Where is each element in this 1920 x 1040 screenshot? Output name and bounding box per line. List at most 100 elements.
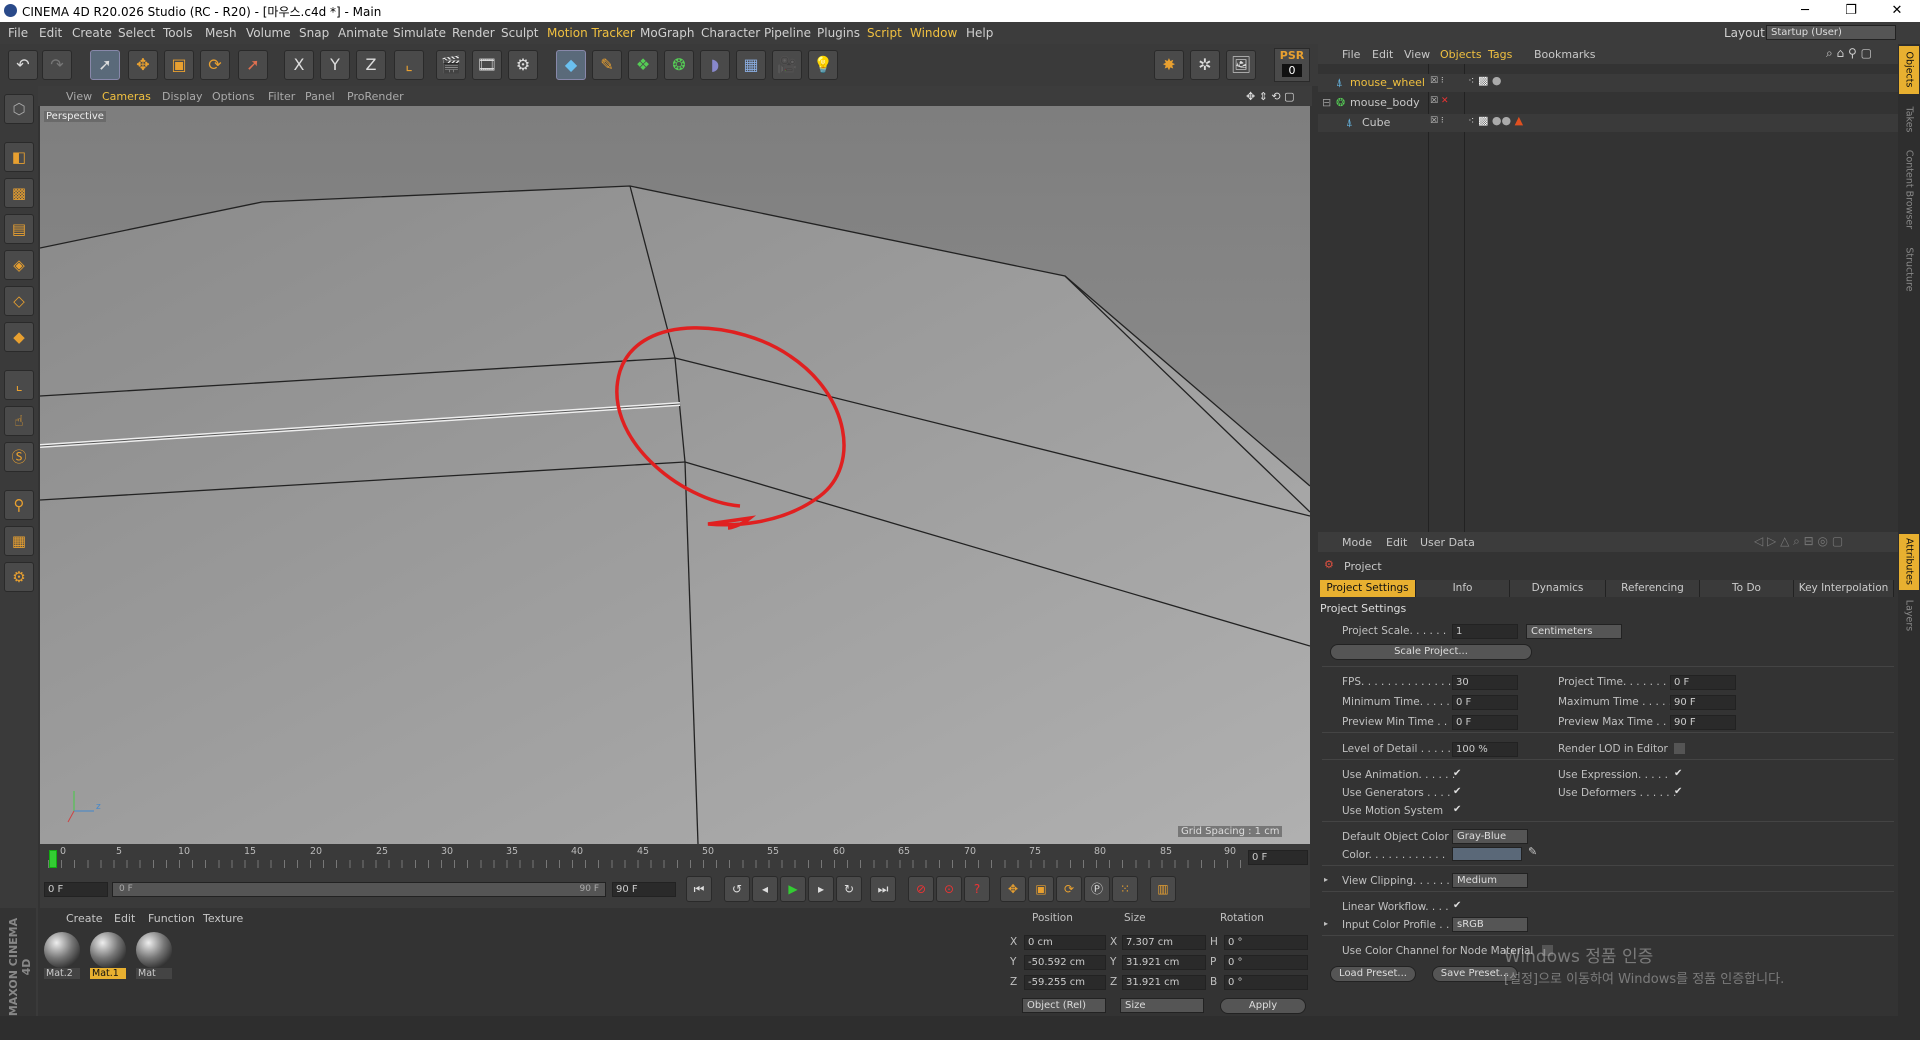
key-position-icon[interactable]: ✥	[1000, 876, 1026, 902]
visibility-toggle[interactable]: ☒ ⁝	[1430, 76, 1444, 86]
rotation-h-field[interactable]: 0 °	[1224, 935, 1308, 950]
redo-icon[interactable]: ↷	[42, 50, 72, 80]
snap-settings-icon[interactable]: ⚙	[4, 562, 34, 592]
obj-menu-bookmarks[interactable]: Bookmarks	[1534, 48, 1595, 61]
position-x-field[interactable]: 0 cm	[1024, 935, 1106, 950]
vtab-attributes[interactable]: Attributes	[1904, 531, 1915, 593]
object-tags[interactable]: ⁖ ▩ ●	[1468, 74, 1501, 87]
tab-to-do[interactable]: To Do	[1700, 580, 1794, 597]
mat-menu-edit[interactable]: Edit	[114, 912, 135, 925]
pen-icon[interactable]: ✎	[592, 50, 622, 80]
3d-viewport[interactable]: Perspective z Grid Spacing : 1 cm	[40, 106, 1310, 844]
mat-menu-create[interactable]: Create	[66, 912, 103, 925]
object-row-cube[interactable]: ⍋ Cube ☒ ⁝ ⁖ ▩ ●● ▲	[1318, 114, 1898, 132]
model-mode-icon[interactable]: ◧	[4, 142, 34, 172]
psr-indicator[interactable]: PSR 0	[1274, 48, 1310, 82]
key-pla-icon[interactable]: ⁙	[1112, 876, 1138, 902]
obj-menu-edit[interactable]: Edit	[1372, 48, 1393, 61]
vp-menu-view[interactable]: View	[66, 90, 92, 103]
expand-icon[interactable]: ⊟	[1322, 96, 1331, 109]
z-axis-icon[interactable]: Z	[356, 50, 386, 80]
render-lod-checkbox[interactable]	[1674, 743, 1685, 754]
magnet-icon[interactable]: ⚲	[4, 490, 34, 520]
points-mode-icon[interactable]: ◈	[4, 250, 34, 280]
timeline-ruler[interactable]: 0 5 10 15 20 25 30 35 40 45 50 55 60 65 …	[40, 844, 1310, 872]
polygons-mode-icon[interactable]: ◆	[4, 322, 34, 352]
menu-create[interactable]: Create	[72, 26, 112, 40]
picture-icon[interactable]: 🖼	[1226, 50, 1256, 80]
attribute-nav-icons[interactable]: ◁ ▷ △ ⌕ ⊟ ◎ ▢	[1754, 534, 1843, 549]
playhead[interactable]	[49, 850, 57, 868]
y-axis-icon[interactable]: Y	[320, 50, 350, 80]
maximize-button[interactable]: ❐	[1828, 0, 1874, 22]
viewport-nav-icons[interactable]: ✥ ⇕ ⟲ ▢	[1246, 90, 1295, 103]
scale-icon[interactable]: ▣	[164, 50, 194, 80]
render-picture-viewer-icon[interactable]: 🎞	[472, 50, 502, 80]
load-preset-button[interactable]: Load Preset...	[1330, 966, 1416, 982]
use-animation-checkbox[interactable]: ✔	[1453, 769, 1464, 780]
render-settings-icon[interactable]: ⚙	[508, 50, 538, 80]
prev-key-icon[interactable]: ↺	[724, 876, 750, 902]
visibility-toggle[interactable]: ☒ ✕	[1430, 96, 1448, 106]
menu-mograph[interactable]: MoGraph	[640, 26, 695, 40]
menu-plugins[interactable]: Plugins	[817, 26, 860, 40]
cube-icon[interactable]: ◆	[556, 50, 586, 80]
close-button[interactable]: ✕	[1874, 0, 1920, 22]
coordinate-system-icon[interactable]: ⌞	[394, 50, 424, 80]
mat-menu-function[interactable]: Function	[148, 912, 195, 925]
object-manager-tools-icon[interactable]: ⌕ ⌂ ⚲ ▢	[1826, 46, 1872, 61]
attr-menu-edit[interactable]: Edit	[1386, 536, 1407, 549]
vp-menu-options[interactable]: Options	[212, 90, 254, 103]
size-mode-dropdown[interactable]: Size	[1120, 998, 1204, 1013]
menu-motion-tracker[interactable]: Motion Tracker	[547, 26, 635, 40]
current-frame-field[interactable]: 0 F	[1248, 850, 1308, 865]
key-rotation-icon[interactable]: ⟳	[1056, 876, 1082, 902]
menu-select[interactable]: Select	[118, 26, 155, 40]
vp-menu-prorender[interactable]: ProRender	[347, 90, 404, 103]
vtab-structure[interactable]: Structure	[1904, 239, 1915, 301]
object-tags[interactable]: ⁖ ▩ ●● ▲	[1468, 114, 1523, 127]
menu-render[interactable]: Render	[452, 26, 495, 40]
lod-field[interactable]: 100 %	[1452, 742, 1518, 757]
menu-mesh[interactable]: Mesh	[205, 26, 237, 40]
coord-mode-dropdown[interactable]: Object (Rel)	[1022, 998, 1106, 1013]
input-profile-dropdown[interactable]: sRGB	[1452, 917, 1528, 932]
vtab-layers[interactable]: Layers	[1904, 585, 1915, 647]
subdivision-icon[interactable]: ❖	[628, 50, 658, 80]
position-z-field[interactable]: -59.255 cm	[1024, 975, 1106, 990]
use-expression-checkbox[interactable]: ✔	[1674, 769, 1685, 780]
preview-range-slider[interactable]: 0 F 90 F	[112, 882, 606, 897]
menu-tools[interactable]: Tools	[163, 26, 193, 40]
recent-tool-icon[interactable]: ➚	[238, 50, 268, 80]
go-to-start-icon[interactable]: ⏮	[686, 876, 712, 902]
edges-mode-icon[interactable]: ◇	[4, 286, 34, 316]
vp-menu-panel[interactable]: Panel	[305, 90, 335, 103]
eyedropper-icon[interactable]: ✎	[1528, 845, 1537, 858]
make-editable-icon[interactable]: ⬡	[4, 94, 34, 124]
menu-sculpt[interactable]: Sculpt	[501, 26, 538, 40]
auto-key-icon[interactable]: ⊙	[936, 876, 962, 902]
rotation-p-field[interactable]: 0 °	[1224, 955, 1308, 970]
menu-edit[interactable]: Edit	[39, 26, 62, 40]
tab-project-settings[interactable]: Project Settings	[1320, 580, 1416, 597]
play-icon[interactable]: ▶	[780, 876, 806, 902]
material-swatch[interactable]: Mat.1	[90, 932, 126, 979]
floor-icon[interactable]: ▦	[736, 50, 766, 80]
layout-dropdown[interactable]: Startup (User)	[1766, 25, 1896, 40]
minimize-button[interactable]: ─	[1782, 0, 1828, 22]
project-scale-field[interactable]: 1	[1452, 624, 1518, 639]
key-parameter-icon[interactable]: Ⓟ	[1084, 876, 1110, 902]
size-x-field[interactable]: 7.307 cm	[1122, 935, 1206, 950]
visibility-toggle[interactable]: ☒ ⁝	[1430, 116, 1444, 126]
obj-menu-objects[interactable]: Objects	[1440, 48, 1482, 61]
menu-pipeline[interactable]: Pipeline	[764, 26, 811, 40]
obj-menu-view[interactable]: View	[1404, 48, 1430, 61]
menu-window[interactable]: Window	[910, 26, 957, 40]
use-deformers-checkbox[interactable]: ✔	[1674, 787, 1685, 798]
axis-mode-icon[interactable]: ⌞	[4, 370, 34, 400]
vp-menu-cameras[interactable]: Cameras	[102, 90, 151, 103]
prev-max-field[interactable]: 90 F	[1670, 715, 1736, 730]
key-scale-icon[interactable]: ▣	[1028, 876, 1054, 902]
max-time-field[interactable]: 90 F	[1670, 695, 1736, 710]
mat-menu-texture[interactable]: Texture	[203, 912, 243, 925]
